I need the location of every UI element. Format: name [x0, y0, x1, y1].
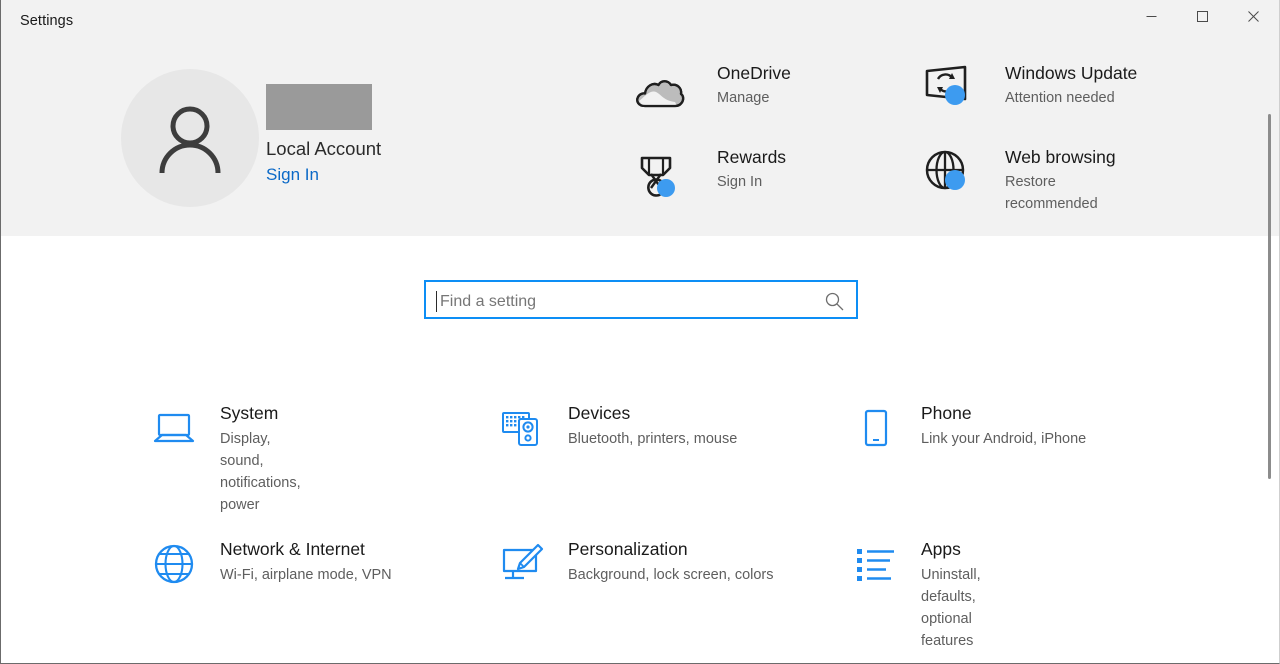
- maximize-icon: [1196, 10, 1208, 22]
- category-text: Phone Link your Android, iPhone: [921, 401, 1086, 450]
- quick-link-title: Rewards: [717, 147, 787, 167]
- notification-badge: [945, 85, 965, 105]
- category-text: Devices Bluetooth, printers, mouse: [568, 401, 737, 450]
- quick-link-subtitle: Attention needed: [1005, 90, 1115, 106]
- category-subtitle: Background, lock screen, colors: [568, 567, 774, 583]
- quick-link-title: OneDrive: [717, 63, 791, 83]
- account-name-redacted: [266, 84, 372, 130]
- sign-in-link[interactable]: Sign In: [266, 164, 381, 186]
- category-subtitle: Bluetooth, printers, mouse: [568, 431, 738, 447]
- medal-icon: [633, 148, 685, 200]
- cloud-icon: [633, 68, 685, 120]
- close-button[interactable]: [1230, 0, 1276, 32]
- account-info: Local Account Sign In: [266, 84, 381, 186]
- quick-link-title: Windows Update: [1005, 63, 1138, 83]
- text-caret: [436, 291, 437, 312]
- quick-link-subtitle: Manage: [717, 90, 770, 106]
- person-icon: [159, 106, 221, 174]
- search-placeholder: Find a setting: [440, 293, 537, 310]
- notification-badge: [945, 170, 965, 190]
- settings-window: Settings Local Account Sign In OneDrive …: [0, 0, 1280, 664]
- category-text: Personalization Background, lock screen,…: [568, 537, 774, 586]
- category-subtitle: Wi-Fi, airplane mode, VPN: [220, 567, 392, 583]
- notification-badge: [657, 179, 675, 197]
- monitor-refresh-icon: [921, 62, 973, 114]
- account-header-band: Local Account Sign In OneDrive Manage Re…: [1, 46, 1279, 236]
- quick-link-subtitle: Sign In: [717, 174, 763, 190]
- quick-link-text: Rewards Sign In: [717, 146, 786, 193]
- category-text: Network & Internet Wi-Fi, airplane mode,…: [220, 537, 392, 586]
- window-title: Settings: [20, 13, 74, 29]
- phone-icon: [852, 405, 898, 451]
- category-text: Apps Uninstall, defaults, optional featu…: [921, 537, 981, 652]
- monitor-brush-icon: [499, 541, 545, 587]
- account-type-label: Local Account: [266, 138, 382, 159]
- category-title: Personalization: [568, 539, 688, 559]
- category-title: Devices: [568, 403, 631, 423]
- category-title: Network & Internet: [220, 539, 365, 559]
- category-text: System Display, sound, notifications, po…: [220, 401, 301, 516]
- avatar[interactable]: [121, 69, 259, 207]
- category-title: Phone: [921, 403, 972, 423]
- list-icon: [852, 541, 898, 587]
- maximize-button[interactable]: [1179, 0, 1225, 32]
- category-title: System: [220, 403, 279, 423]
- search-input[interactable]: Find a setting: [424, 280, 858, 319]
- globe-icon: [151, 541, 197, 587]
- quick-link-text: Windows Update Attention needed: [1005, 62, 1137, 109]
- search-icon[interactable]: [825, 292, 844, 311]
- vertical-scrollbar[interactable]: [1262, 46, 1278, 663]
- category-subtitle: Uninstall, defaults, optional features: [921, 567, 981, 649]
- category-subtitle: Display, sound, notifications, power: [220, 431, 301, 513]
- laptop-icon: [151, 405, 197, 451]
- close-icon: [1247, 10, 1259, 22]
- quick-link-text: OneDrive Manage: [717, 62, 791, 109]
- quick-link-text: Web browsing Restore recommended: [1005, 146, 1116, 215]
- quick-link-title: Web browsing: [1005, 147, 1116, 167]
- category-title: Apps: [921, 539, 961, 559]
- title-bar: Settings: [1, 0, 1279, 46]
- category-subtitle: Link your Android, iPhone: [921, 431, 1087, 447]
- quick-link-subtitle: Restore recommended: [1005, 174, 1098, 212]
- minimize-button[interactable]: [1128, 0, 1174, 32]
- minimize-icon: [1146, 15, 1156, 17]
- scrollbar-thumb[interactable]: [1268, 114, 1271, 479]
- keyboard-mouse-icon: [499, 405, 545, 451]
- globe-icon: [921, 146, 973, 198]
